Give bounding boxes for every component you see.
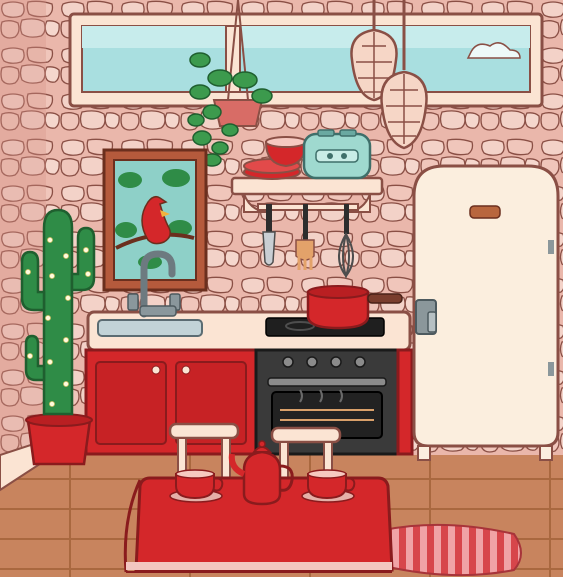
rug[interactable] xyxy=(376,523,522,577)
teacup-left[interactable] xyxy=(169,469,224,503)
cardinal-painting[interactable] xyxy=(102,148,208,292)
kitchen-scene-svg xyxy=(0,0,563,577)
toaster[interactable] xyxy=(302,129,372,180)
left-wall-shade xyxy=(0,0,46,470)
kitchen-scene xyxy=(0,0,563,577)
refrigerator[interactable] xyxy=(412,164,560,461)
cabinet-side xyxy=(396,348,414,456)
teacup-right[interactable] xyxy=(301,469,356,503)
window[interactable] xyxy=(68,12,544,108)
